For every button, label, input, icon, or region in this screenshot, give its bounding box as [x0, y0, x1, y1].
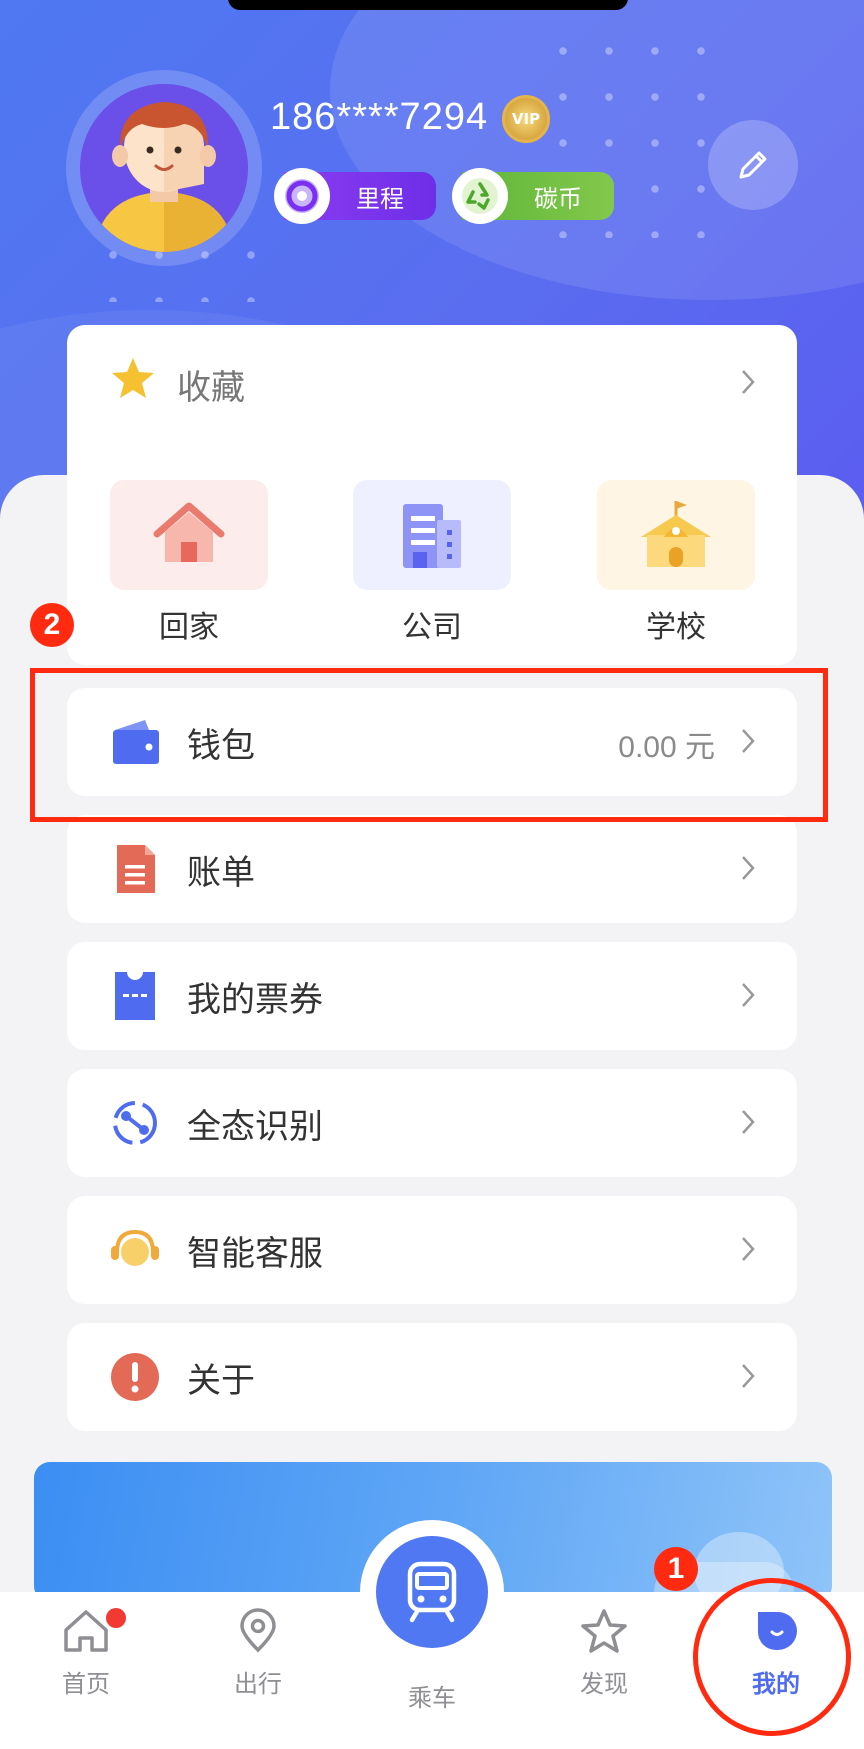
annotation-step-1: 1	[654, 1547, 698, 1591]
info-icon	[111, 1353, 159, 1401]
recycle-icon	[452, 168, 508, 224]
place-home-label: 回家	[159, 610, 219, 645]
menu-item-tickets[interactable]: 我的票券	[67, 942, 797, 1050]
ticket-icon	[115, 972, 155, 1020]
avatar[interactable]	[80, 84, 248, 252]
carbon-coin-pill[interactable]: 碳币	[452, 168, 614, 224]
notification-badge	[106, 1608, 126, 1628]
menu-label: 我的票券	[187, 980, 323, 1020]
recognition-icon	[113, 1101, 157, 1145]
home-icon	[153, 502, 225, 562]
tab-ride-label-wrap: 乘车	[372, 1678, 492, 1713]
menu-label: 全态识别	[187, 1107, 323, 1147]
user-phone-number: 186****7294	[270, 96, 489, 138]
annotation-highlight-box	[30, 668, 828, 822]
office-building-icon	[403, 504, 461, 568]
device-notch	[228, 0, 628, 10]
home-tab-icon	[64, 1610, 108, 1652]
tab-discover[interactable]: 发现	[544, 1608, 664, 1699]
annotation-step-2: 2	[30, 603, 74, 647]
tab-label: 发现	[580, 1670, 628, 1698]
place-home-button[interactable]	[110, 480, 268, 590]
edit-profile-button[interactable]	[708, 120, 798, 210]
annotation-highlight-circle	[693, 1578, 851, 1736]
star-tab-icon	[581, 1609, 627, 1653]
chevron-right-icon	[742, 1364, 755, 1388]
menu-item-recognition[interactable]: 全态识别	[67, 1069, 797, 1177]
tab-label: 首页	[62, 1670, 110, 1698]
star-icon	[112, 358, 154, 398]
chevron-right-icon	[742, 983, 755, 1007]
menu-label: 关于	[187, 1361, 255, 1401]
location-pin-icon	[240, 1608, 276, 1653]
chevron-right-icon	[742, 856, 755, 880]
menu-item-customer-service[interactable]: 智能客服	[67, 1196, 797, 1304]
menu-item-about[interactable]: 关于	[67, 1323, 797, 1431]
place-office-label: 公司	[402, 610, 462, 645]
tab-ride[interactable]	[376, 1536, 488, 1648]
place-school-label: 学校	[646, 610, 706, 645]
tab-label: 乘车	[408, 1684, 456, 1712]
avatar-illustration	[80, 84, 248, 252]
train-icon	[407, 1561, 457, 1623]
chevron-right-icon	[742, 1110, 755, 1134]
menu-label: 账单	[187, 853, 255, 893]
tab-home[interactable]: 首页	[26, 1608, 146, 1699]
favorites-header[interactable]: 收藏	[67, 325, 797, 435]
place-office-button[interactable]	[353, 480, 511, 590]
school-icon	[641, 501, 711, 567]
vip-badge[interactable]: VIP	[502, 95, 550, 143]
menu-label: 智能客服	[187, 1234, 323, 1274]
place-school-button[interactable]	[597, 480, 755, 590]
bill-icon	[117, 845, 155, 893]
headset-icon	[111, 1229, 159, 1266]
pencil-icon	[739, 151, 767, 179]
chevron-right-icon	[742, 1237, 755, 1261]
menu-item-bill[interactable]: 账单	[67, 815, 797, 923]
favorites-title: 收藏	[177, 368, 245, 408]
chevron-right-icon	[742, 370, 755, 394]
mileage-pill[interactable]: 里程	[274, 168, 436, 224]
tab-travel[interactable]: 出行	[198, 1608, 318, 1699]
tab-label: 出行	[234, 1670, 282, 1698]
mileage-ring-icon	[274, 168, 330, 224]
